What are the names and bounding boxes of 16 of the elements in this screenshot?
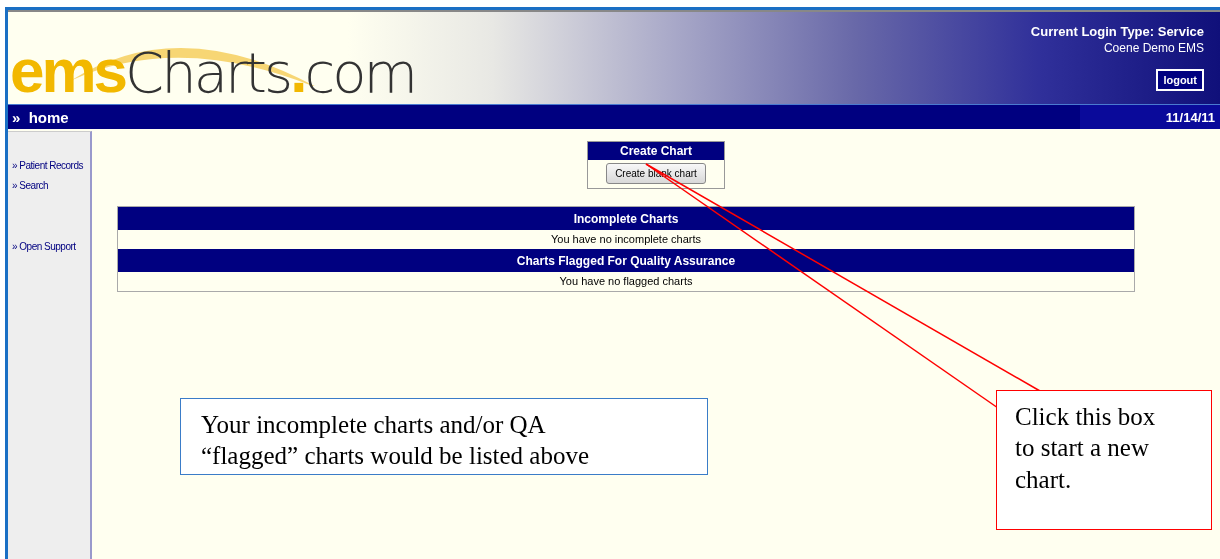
sidebar-link[interactable]: » Patient Records [12, 160, 90, 171]
panel-header: Create Chart [588, 142, 724, 160]
section-message: You have no flagged charts [558, 274, 694, 289]
login-type: Current Login Type: Service [1030, 24, 1204, 39]
sidebar-link[interactable]: » Search [12, 180, 90, 191]
pointer-callout: Click this box to start a new chart. [996, 390, 1212, 530]
date: 11/14/11 [1080, 105, 1220, 129]
section-message: You have no incomplete charts [550, 232, 702, 247]
note-callout: Your incomplete charts and/or QA “flagged” charts would be listed above [180, 398, 708, 475]
sidebar-link[interactable]: » Open Support [12, 241, 90, 252]
service-name: Coene Demo EMS [1103, 41, 1204, 55]
section-header: Incomplete Charts [118, 207, 1134, 230]
logout-button[interactable]: logout [1156, 69, 1204, 91]
breadcrumb: » home [11, 108, 69, 126]
section-header: Charts Flagged For Quality Assurance [118, 249, 1134, 272]
logo: emsCharts.com [10, 35, 415, 102]
